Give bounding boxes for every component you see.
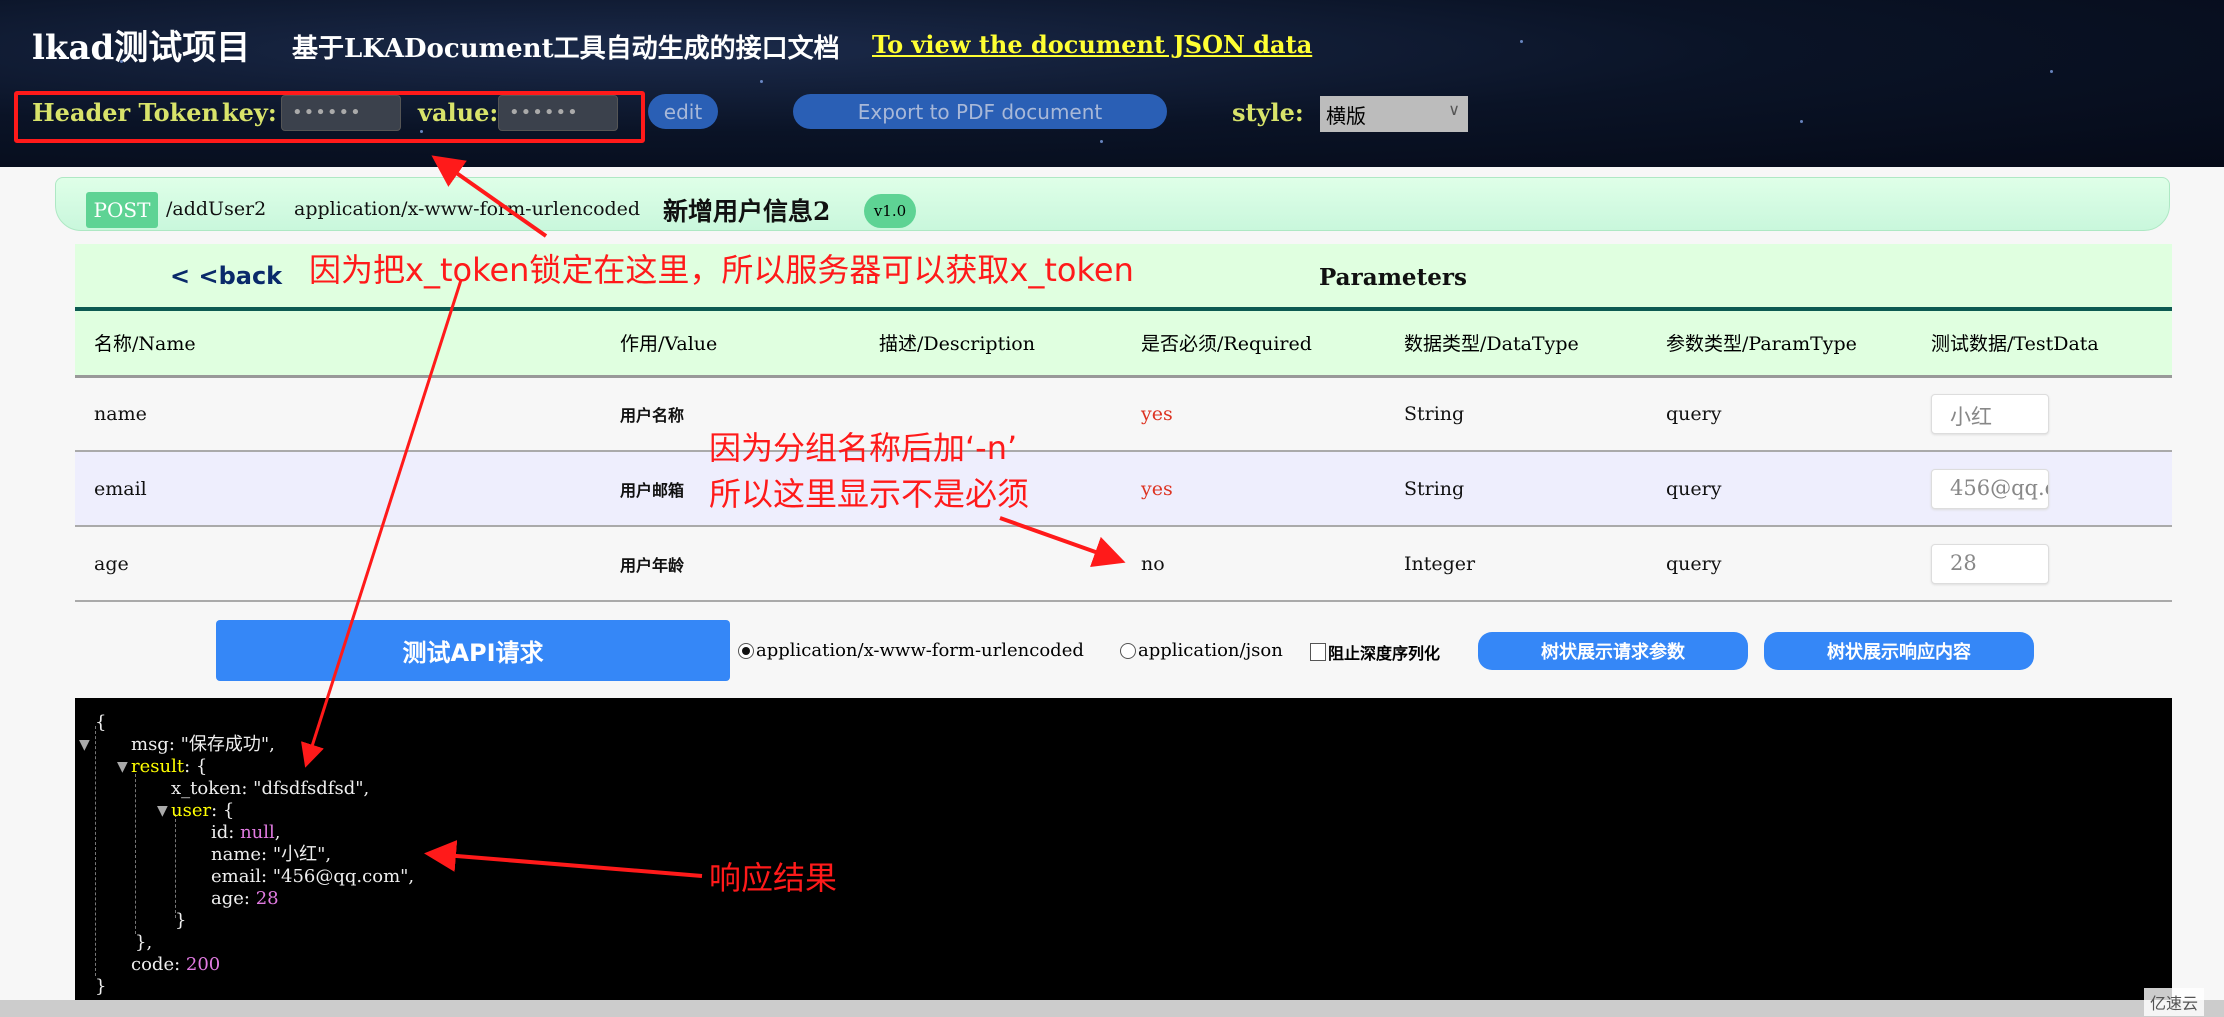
- radio-unchecked-icon[interactable]: [1120, 642, 1136, 659]
- star-decoration: [1100, 140, 1103, 143]
- edit-button[interactable]: edit: [648, 94, 718, 129]
- action-bar: 测试API请求 application/x-www-form-urlencode…: [0, 620, 2224, 682]
- back-link[interactable]: < <back: [170, 262, 282, 290]
- param-required: no: [1122, 526, 1385, 602]
- json-data-link[interactable]: To view the document JSON data: [872, 30, 1312, 59]
- param-datatype: String: [1385, 451, 1647, 527]
- project-title: lkad测试项目: [32, 28, 251, 68]
- json-line-code: code: 200: [131, 954, 221, 975]
- param-datatype: String: [1385, 376, 1647, 452]
- prevent-deep-serialization-checkbox[interactable]: 阻止深度序列化: [1310, 640, 1440, 664]
- horizontal-scrollbar[interactable]: [0, 1000, 2224, 1017]
- json-brace: }: [95, 976, 107, 997]
- json-line-msg: msg: "保存成功",: [131, 734, 275, 755]
- collapse-triangle-icon[interactable]: ▼: [79, 734, 90, 756]
- param-name: name: [75, 376, 601, 452]
- token-value-input[interactable]: ••••••: [498, 95, 618, 131]
- style-label: style:: [1232, 98, 1304, 127]
- collapse-triangle-icon[interactable]: ▼: [157, 800, 168, 822]
- annotation-required-note-1: 因为分组名称后加‘-n’: [709, 429, 1018, 467]
- column-header: 是否必须/Required: [1122, 311, 1385, 378]
- collapse-triangle-icon[interactable]: ▼: [117, 756, 128, 778]
- radio-label: application/x-www-form-urlencoded: [756, 640, 1084, 661]
- table-row: email 用户邮箱 yes String query 456@qq.com: [75, 451, 2172, 527]
- param-datatype: Integer: [1385, 526, 1647, 602]
- parameters-table: 名称/Name 作用/Value 描述/Description 是否必须/Req…: [75, 311, 2172, 602]
- param-value: 用户年龄: [601, 526, 860, 602]
- tree-guide: [175, 814, 176, 918]
- value-label: value:: [418, 98, 499, 127]
- json-line-email: email: "456@qq.com",: [211, 866, 415, 887]
- param-paramtype: query: [1647, 451, 1912, 527]
- style-selected: 横版: [1326, 104, 1366, 128]
- token-key-input[interactable]: ••••••: [281, 95, 401, 131]
- tree-request-button[interactable]: 树状展示请求参数: [1478, 632, 1748, 670]
- column-header: 名称/Name: [75, 311, 601, 378]
- param-description: [860, 526, 1122, 602]
- json-brace: }: [175, 910, 187, 931]
- method-badge: POST: [86, 192, 158, 228]
- star-decoration: [1520, 40, 1523, 43]
- star-decoration: [760, 80, 763, 83]
- parameters-title: Parameters: [1319, 264, 1467, 291]
- column-header: 参数类型/ParamType: [1647, 311, 1912, 378]
- param-required: yes: [1122, 451, 1385, 527]
- table-header-row: 名称/Name 作用/Value 描述/Description 是否必须/Req…: [75, 311, 2172, 378]
- column-header: 描述/Description: [860, 311, 1122, 378]
- header: lkad测试项目 基于LKADocument工具自动生成的接口文档 To vie…: [0, 0, 2224, 167]
- api-path: /addUser2: [166, 198, 267, 220]
- column-header: 作用/Value: [601, 311, 860, 378]
- star-decoration: [1800, 120, 1803, 123]
- chevron-down-icon: ∨: [1448, 100, 1460, 119]
- radio-json[interactable]: application/json: [1120, 640, 1283, 661]
- param-name: age: [75, 526, 601, 602]
- checkbox-label: 阻止深度序列化: [1328, 644, 1441, 663]
- annotation-token-note: 因为把x_token锁定在这里，所以服务器可以获取x_token: [309, 251, 1134, 289]
- column-header: 测试数据/TestData: [1912, 311, 2172, 378]
- version-badge: v1.0: [864, 194, 916, 228]
- param-paramtype: query: [1647, 526, 1912, 602]
- table-row: age 用户年龄 no Integer query 28: [75, 526, 2172, 602]
- key-label: key:: [222, 98, 277, 127]
- header-token-label: Header Token: [32, 98, 220, 127]
- export-pdf-button[interactable]: Export to PDF document: [793, 94, 1167, 129]
- column-header: 数据类型/DataType: [1385, 311, 1647, 378]
- param-testdata-cell: 28: [1912, 526, 2172, 602]
- style-select[interactable]: 横版 ∨: [1320, 96, 1468, 132]
- annotation-response-note: 响应结果: [709, 859, 838, 897]
- response-viewer: { ▼ msg: "保存成功", ▼ result: { x_token: "d…: [75, 698, 2172, 1000]
- tree-response-button[interactable]: 树状展示响应内容: [1764, 632, 2034, 670]
- watermark: 亿速云: [2143, 988, 2204, 1016]
- testdata-input[interactable]: 小红: [1931, 393, 2049, 434]
- radio-checked-icon[interactable]: [738, 642, 754, 659]
- table-row: name 用户名称 yes String query 小红: [75, 376, 2172, 452]
- checkbox-icon[interactable]: [1310, 643, 1326, 661]
- radio-label: application/json: [1138, 640, 1283, 661]
- json-line-user: user: {: [171, 800, 235, 821]
- param-required: yes: [1122, 376, 1385, 452]
- param-testdata-cell: 小红: [1912, 376, 2172, 452]
- json-line-x-token: x_token: "dfsdfsdfsd",: [171, 778, 370, 799]
- tree-guide: [95, 726, 96, 976]
- api-content-type: application/x-www-form-urlencoded: [294, 198, 641, 220]
- json-brace: {: [95, 712, 107, 733]
- json-brace: },: [135, 932, 153, 953]
- param-paramtype: query: [1647, 376, 1912, 452]
- project-subtitle: 基于LKADocument工具自动生成的接口文档: [292, 34, 840, 64]
- testdata-input[interactable]: 456@qq.com: [1931, 468, 2049, 509]
- json-line-name: name: "小红",: [211, 844, 332, 865]
- json-line-result: result: {: [131, 756, 208, 777]
- api-name: 新增用户信息2: [663, 197, 831, 226]
- json-line-age: age: 28: [211, 888, 279, 909]
- radio-form-urlencoded[interactable]: application/x-www-form-urlencoded: [738, 640, 1084, 661]
- tree-guide: [135, 774, 136, 934]
- json-line-id: id: null,: [211, 822, 281, 843]
- api-summary: POST /addUser2 application/x-www-form-ur…: [55, 177, 2170, 231]
- test-api-button[interactable]: 测试API请求: [216, 620, 730, 681]
- annotation-required-note-2: 所以这里显示不是必须: [709, 475, 1030, 513]
- testdata-input[interactable]: 28: [1931, 543, 2049, 584]
- star-decoration: [2050, 70, 2053, 73]
- param-name: email: [75, 451, 601, 527]
- param-testdata-cell: 456@qq.com: [1912, 451, 2172, 527]
